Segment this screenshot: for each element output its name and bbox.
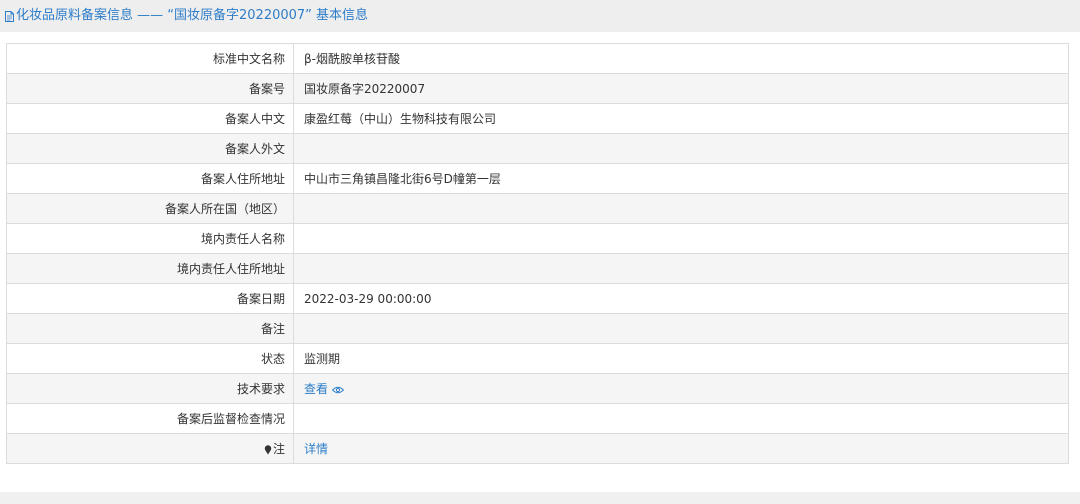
table-row: 境内责任人住所地址 (6, 253, 1069, 284)
info-panel: 标准中文名称 β-烟酰胺单核苷酸 备案号 国妆原备字20220007 备案人中文… (0, 32, 1080, 492)
page: 化妆品原料备案信息 —— “国妆原备字20220007” 基本信息 标准中文名称… (0, 0, 1080, 504)
table-row: 备案人外文 (6, 133, 1069, 164)
row-value (293, 223, 1069, 254)
row-label: 备注 (6, 313, 294, 344)
table-row: 备案号 国妆原备字20220007 (6, 73, 1069, 104)
table-row: 备案后监督检查情况 (6, 403, 1069, 434)
row-label: 状态 (6, 343, 294, 374)
row-value: β-烟酰胺单核苷酸 (293, 43, 1069, 74)
pin-icon (264, 444, 272, 454)
eye-icon (332, 386, 345, 393)
row-label: 技术要求 (6, 373, 294, 404)
table-row: 状态 监测期 (6, 343, 1069, 374)
row-label: 备案人中文 (6, 103, 294, 134)
row-label: 备案人外文 (6, 133, 294, 164)
table-row: 备案人中文 康盈红莓（中山）生物科技有限公司 (6, 103, 1069, 134)
row-value: 中山市三角镇昌隆北街6号D幢第一层 (293, 163, 1069, 194)
row-label: 境内责任人住所地址 (6, 253, 294, 284)
row-value: 国妆原备字20220007 (293, 73, 1069, 104)
table-row: 备案人所在国（地区） (6, 193, 1069, 224)
table-row: 标准中文名称 β-烟酰胺单核苷酸 (6, 43, 1069, 74)
note-label: 注 (272, 442, 285, 456)
page-title: 化妆品原料备案信息 —— “国妆原备字20220007” 基本信息 (16, 8, 369, 23)
row-value: 2022-03-29 00:00:00 (293, 283, 1069, 314)
row-value (293, 193, 1069, 224)
row-value (293, 313, 1069, 344)
table-row: 备案人住所地址 中山市三角镇昌隆北街6号D幢第一层 (6, 163, 1069, 194)
table-row: 注 详情 (6, 433, 1069, 464)
row-label-cell: 注 (6, 433, 294, 464)
row-label: 备案人所在国（地区） (6, 193, 294, 224)
info-table: 标准中文名称 β-烟酰胺单核苷酸 备案号 国妆原备字20220007 备案人中文… (6, 43, 1069, 464)
header-bar: 化妆品原料备案信息 —— “国妆原备字20220007” 基本信息 (0, 0, 1080, 32)
table-row: 备注 (6, 313, 1069, 344)
row-value: 康盈红莓（中山）生物科技有限公司 (293, 103, 1069, 134)
row-value-cell: 详情 (293, 433, 1069, 464)
row-label: 备案日期 (6, 283, 294, 314)
row-label: 标准中文名称 (6, 43, 294, 74)
row-label: 备案号 (6, 73, 294, 104)
row-value (293, 253, 1069, 284)
row-label: 备案后监督检查情况 (6, 403, 294, 434)
bottom-strip (0, 492, 1080, 504)
row-value (293, 403, 1069, 434)
table-row: 备案日期 2022-03-29 00:00:00 (6, 283, 1069, 314)
row-label: 境内责任人名称 (6, 223, 294, 254)
row-value (293, 133, 1069, 164)
view-tech-requirements-link[interactable]: 查看 (304, 382, 345, 396)
row-label: 备案人住所地址 (6, 163, 294, 194)
row-value: 监测期 (293, 343, 1069, 374)
table-row: 境内责任人名称 (6, 223, 1069, 254)
table-row: 技术要求 查看 (6, 373, 1069, 404)
view-link-label: 查看 (304, 382, 329, 396)
row-value-cell: 查看 (293, 373, 1069, 404)
document-icon (5, 10, 14, 22)
details-link[interactable]: 详情 (304, 442, 328, 456)
